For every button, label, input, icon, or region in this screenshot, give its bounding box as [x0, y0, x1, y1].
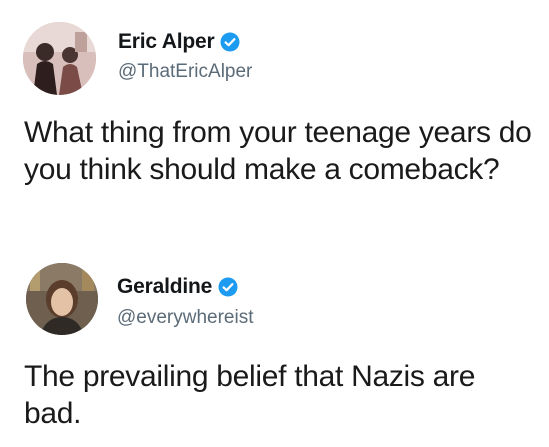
author-name-row: Geraldine: [117, 275, 238, 299]
author-name[interactable]: Eric Alper: [118, 30, 215, 54]
tweet-text: The prevailing belief that Nazis are bad…: [24, 360, 476, 430]
author-handle[interactable]: @everywhereist: [117, 307, 254, 329]
tweet-geraldine[interactable]: Geraldine @everywhereist The prevailing …: [0, 255, 549, 430]
author-handle[interactable]: @ThatEricAlper: [118, 61, 252, 83]
author-name-row: Eric Alper: [118, 30, 240, 54]
verified-badge-icon: [220, 32, 240, 52]
avatar[interactable]: [23, 22, 96, 95]
tweet-header: Eric Alper @ThatEricAlper: [0, 0, 549, 95]
tweet-text: What thing from your teenage years do yo…: [24, 116, 532, 186]
screenshot-page: Eric Alper @ThatEricAlper What thing fro…: [0, 0, 549, 447]
verified-badge-icon: [218, 277, 238, 297]
avatar[interactable]: [26, 263, 98, 335]
tweet-header: Geraldine @everywhereist: [0, 255, 549, 345]
profile-photo-icon: [26, 263, 98, 335]
profile-photo-icon: [23, 22, 96, 95]
author-name[interactable]: Geraldine: [117, 275, 212, 299]
tweet-eric-alper[interactable]: Eric Alper @ThatEricAlper What thing fro…: [0, 0, 549, 186]
